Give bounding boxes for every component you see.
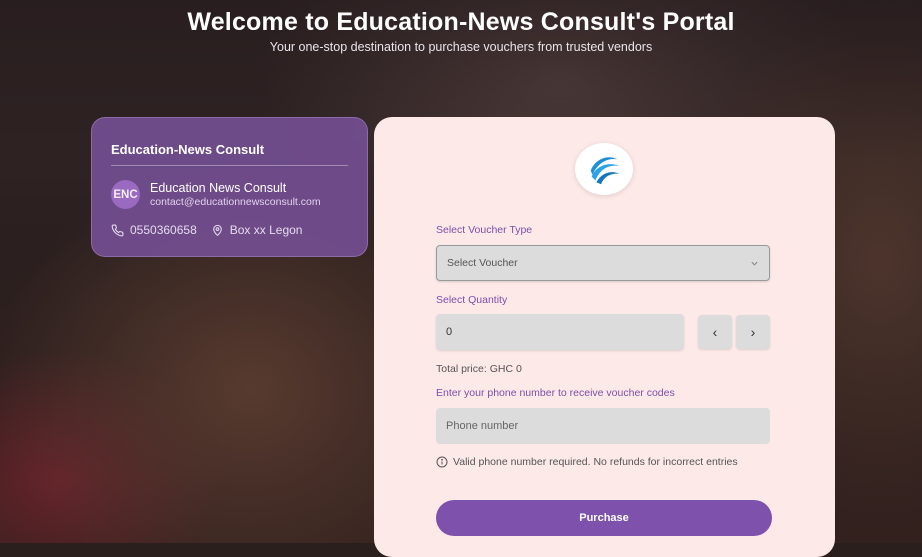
phone-item[interactable]: 0550360658: [111, 223, 197, 237]
decrement-button[interactable]: ‹: [698, 315, 732, 349]
location-pin-icon: [212, 224, 222, 236]
chevron-down-icon: [751, 261, 758, 266]
purchase-form-card: Select Voucher Type Select Voucher Selec…: [374, 117, 835, 557]
page-subtitle: Your one-stop destination to purchase vo…: [269, 40, 653, 54]
phone-note-text: Valid phone number required. No refunds …: [453, 456, 738, 468]
contact-meta: 0550360658 Box xx Legon: [111, 223, 348, 237]
purchase-button[interactable]: Purchase: [436, 500, 772, 536]
contact-email[interactable]: contact@educationnewsconsult.com: [150, 196, 321, 208]
page-header: Welcome to Education-News Consult's Port…: [0, 6, 922, 54]
vendor-info-card: Education-News Consult ENC Education New…: [91, 117, 368, 257]
quantity-label: Select Quantity: [436, 294, 508, 306]
globe-logo-icon: [586, 151, 622, 187]
quantity-input[interactable]: [436, 314, 684, 350]
increment-button[interactable]: ›: [736, 315, 770, 349]
address: Box xx Legon: [229, 223, 303, 237]
phone-input[interactable]: [436, 408, 770, 444]
address-item: Box xx Legon: [211, 223, 303, 237]
chevron-left-icon: ‹: [712, 324, 718, 340]
voucher-type-select[interactable]: Select Voucher: [436, 245, 770, 281]
total-price: Total price: GHC 0: [436, 363, 522, 375]
page-title: Welcome to Education-News Consult's Port…: [187, 8, 735, 36]
avatar: ENC: [111, 180, 140, 209]
phone-label: Enter your phone number to receive vouch…: [436, 387, 675, 399]
contact-row: ENC Education News Consult contact@educa…: [111, 180, 348, 209]
phone-number: 0550360658: [130, 223, 197, 237]
brand-logo: [575, 143, 633, 195]
phone-icon: [111, 224, 124, 236]
voucher-type-label: Select Voucher Type: [436, 224, 533, 236]
chevron-right-icon: ›: [750, 324, 756, 340]
vendor-name: Education-News Consult: [111, 142, 348, 166]
phone-note: Valid phone number required. No refunds …: [436, 456, 738, 468]
contact-name: Education News Consult: [150, 181, 287, 195]
voucher-type-value: Select Voucher: [447, 257, 518, 269]
info-icon: [436, 456, 448, 468]
